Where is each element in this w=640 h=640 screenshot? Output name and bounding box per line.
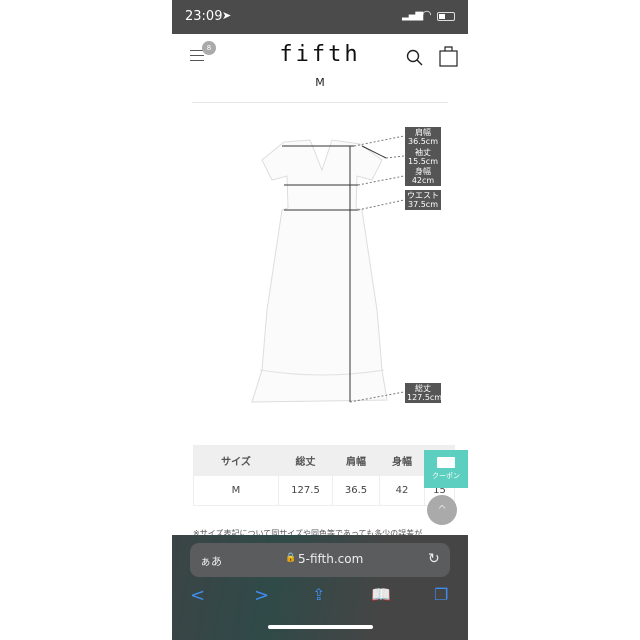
selected-size: M xyxy=(315,76,325,89)
home-indicator xyxy=(268,625,373,629)
measure-label-sleeve: 袖丈 15.5cm xyxy=(405,147,441,167)
cell: M xyxy=(193,475,279,506)
forward-icon[interactable]: > xyxy=(254,585,269,606)
cell: 36.5 xyxy=(332,475,380,506)
coupon-button[interactable]: クーポン xyxy=(424,450,468,488)
back-icon[interactable]: < xyxy=(190,585,205,606)
browser-toolbar: ぁあ 🔒 5-fifth.com ↻ < > ⇪ 📖 ❐ xyxy=(172,535,468,640)
reload-icon[interactable]: ↻ xyxy=(428,551,440,567)
wifi-icon: ◠ xyxy=(422,8,432,21)
address-bar[interactable]: ぁあ 🔒 5-fifth.com ↻ xyxy=(190,543,450,577)
table-row: M 127.5 36.5 42 15 xyxy=(193,475,455,506)
divider xyxy=(192,102,448,103)
cart-bag-icon[interactable] xyxy=(439,44,459,68)
cell: 127.5 xyxy=(278,475,333,506)
measure-label-shoulder: 肩幅 36.5cm xyxy=(405,127,441,147)
status-bar: 23:09 ➤ ▂▄▆ ◠ xyxy=(172,0,468,34)
col-header: サイズ xyxy=(193,445,279,476)
battery-icon xyxy=(437,12,455,21)
location-icon: ➤ xyxy=(222,9,232,22)
cell: 42 xyxy=(379,475,425,506)
size-table: サイズ 総丈 肩幅 身幅 袖丈 M 127.5 36.5 42 15 xyxy=(193,445,455,506)
url-text[interactable]: 5-fifth.com xyxy=(298,552,363,566)
text-size-button[interactable]: ぁあ xyxy=(200,553,222,569)
share-icon[interactable]: ⇪ xyxy=(312,585,325,604)
scroll-to-top-button[interactable]: ^ xyxy=(427,495,457,525)
measure-label-chest: 身幅 42cm xyxy=(405,166,441,186)
search-icon[interactable] xyxy=(406,49,424,67)
col-header: 身幅 xyxy=(379,445,425,476)
measure-label-length: 総丈 127.5cm xyxy=(405,383,443,403)
col-header: 総丈 xyxy=(278,445,333,476)
signal-icon: ▂▄▆ xyxy=(402,10,423,21)
phone-screen: 23:09 ➤ ▂▄▆ ◠ 8 fifth M 肩幅 36.5cm 袖丈 15.5c… xyxy=(172,0,468,640)
measure-label-waist: ウエスト 37.5cm xyxy=(405,190,441,210)
col-header: 肩幅 xyxy=(332,445,380,476)
status-time: 23:09 xyxy=(185,9,223,24)
bookmarks-icon[interactable]: 📖 xyxy=(371,585,391,604)
tabs-icon[interactable]: ❐ xyxy=(434,585,448,604)
coupon-icon xyxy=(437,457,455,468)
dress-image xyxy=(251,135,405,403)
lock-icon: 🔒 xyxy=(285,553,297,563)
coupon-label: クーポン xyxy=(432,472,460,480)
